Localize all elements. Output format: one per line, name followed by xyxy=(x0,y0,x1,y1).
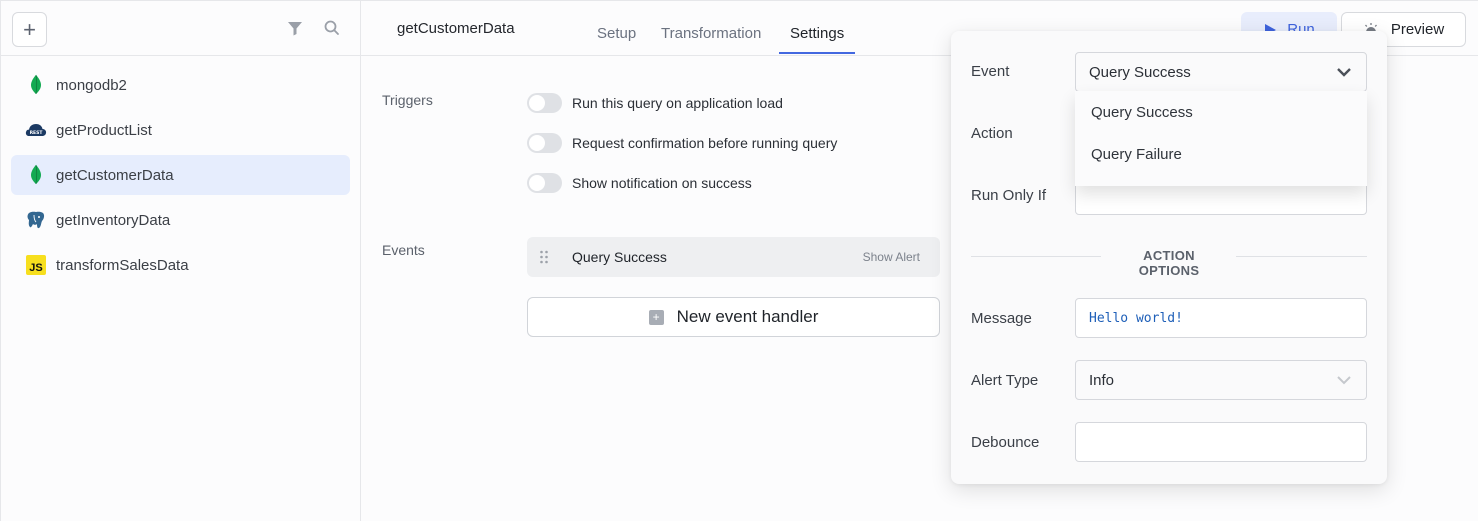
query-item-getcustomerdata[interactable]: getCustomerData xyxy=(11,155,350,195)
run-only-if-label: Run Only If xyxy=(971,187,1047,204)
events-label: Events xyxy=(382,242,425,258)
plus-icon: + xyxy=(648,309,664,325)
event-handler-row[interactable]: Query Success Show Alert xyxy=(527,237,940,277)
active-tab-indicator xyxy=(779,52,855,54)
new-event-handler-button[interactable]: + New event handler xyxy=(527,297,940,337)
tab-setup[interactable]: Setup xyxy=(597,25,636,42)
debounce-label: Debounce xyxy=(971,434,1040,451)
trigger-label: Run this query on application load xyxy=(572,95,783,111)
new-event-handler-label: New event handler xyxy=(676,307,819,326)
trigger-label: Show notification on success xyxy=(572,175,752,191)
tab-settings[interactable]: Settings xyxy=(790,25,844,42)
javascript-icon: JS xyxy=(25,254,47,276)
mongodb-icon xyxy=(25,74,47,96)
sidebar-header: + xyxy=(1,1,360,56)
event-option-query-failure[interactable]: Query Failure xyxy=(1075,133,1367,175)
query-label: mongodb2 xyxy=(56,76,127,94)
chevron-down-icon xyxy=(1337,376,1351,385)
event-select-value: Query Success xyxy=(1089,63,1191,81)
query-item-getinventorydata[interactable]: getInventoryData xyxy=(11,200,350,240)
event-label: Event xyxy=(971,63,1010,80)
message-label: Message xyxy=(971,310,1032,327)
chevron-down-icon xyxy=(1337,68,1351,77)
add-query-button[interactable]: + xyxy=(12,12,47,47)
tab-transformation[interactable]: Transformation xyxy=(661,25,761,42)
request-confirmation-toggle[interactable] xyxy=(527,133,562,153)
trigger-row: Run this query on application load xyxy=(527,93,783,113)
message-value: Hello world! xyxy=(1089,310,1183,326)
query-label: getProductList xyxy=(56,121,152,139)
rest-api-icon: REST xyxy=(25,119,47,141)
query-item-getproductlist[interactable]: REST getProductList xyxy=(11,110,350,150)
js-badge: JS xyxy=(26,255,46,275)
query-label: getInventoryData xyxy=(56,211,171,229)
notify-on-success-toggle[interactable] xyxy=(527,173,562,193)
triggers-label: Triggers xyxy=(382,92,433,108)
query-label: transformSalesData xyxy=(56,256,189,274)
alert-type-select[interactable]: Info xyxy=(1075,360,1367,400)
svg-text:REST: REST xyxy=(30,130,44,136)
query-label: getCustomerData xyxy=(56,166,174,184)
alert-type-value: Info xyxy=(1089,371,1115,389)
postgresql-icon xyxy=(25,209,47,231)
event-handler-popover: Event Query Success Action Run Only If Q… xyxy=(951,31,1387,484)
filter-icon[interactable] xyxy=(286,19,304,37)
divider xyxy=(1236,256,1367,257)
event-option-query-success[interactable]: Query Success xyxy=(1075,91,1367,133)
mongodb-icon xyxy=(25,164,47,186)
message-input[interactable]: Hello world! xyxy=(1075,298,1367,338)
query-item-transformsalesdata[interactable]: JS transformSalesData xyxy=(11,245,350,285)
trigger-row: Show notification on success xyxy=(527,173,752,193)
trigger-row: Request confirmation before running quer… xyxy=(527,133,837,153)
debounce-input[interactable] xyxy=(1075,422,1367,462)
action-options-heading: ACTION OPTIONS xyxy=(1138,248,1200,278)
event-dropdown-menu: Query Success Query Failure xyxy=(1075,91,1367,186)
trigger-label: Request confirmation before running quer… xyxy=(572,135,838,151)
query-sidebar: + mongodb2 REST getProductList getCustom… xyxy=(1,1,361,521)
divider xyxy=(971,256,1101,257)
event-action: Show Alert xyxy=(862,250,920,264)
query-name-title[interactable]: getCustomerData xyxy=(397,20,515,37)
event-select[interactable]: Query Success xyxy=(1075,52,1367,92)
alert-type-label: Alert Type xyxy=(971,372,1039,389)
run-on-load-toggle[interactable] xyxy=(527,93,562,113)
action-label: Action xyxy=(971,125,1013,142)
query-item-mongodb2[interactable]: mongodb2 xyxy=(11,65,350,105)
event-name: Query Success xyxy=(572,249,667,265)
query-list: mongodb2 REST getProductList getCustomer… xyxy=(1,56,360,285)
drag-handle-icon[interactable] xyxy=(539,250,549,264)
search-icon[interactable] xyxy=(323,19,341,37)
preview-label: Preview xyxy=(1390,21,1445,38)
